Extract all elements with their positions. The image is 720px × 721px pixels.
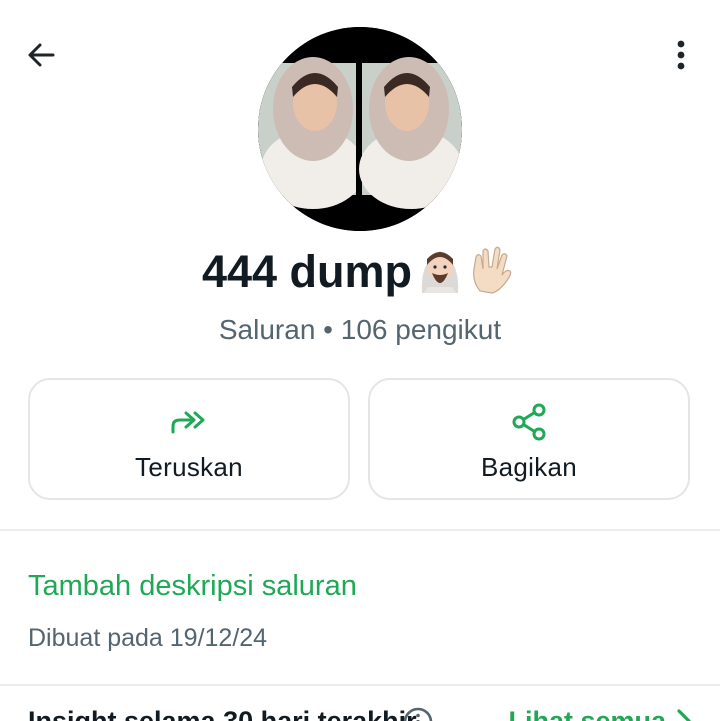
forward-button[interactable]: Teruskan xyxy=(28,378,350,500)
channel-avatar[interactable] xyxy=(258,27,462,231)
channel-name-emojis xyxy=(414,243,518,312)
forward-icon-wrap xyxy=(30,402,348,442)
avatar-photo xyxy=(258,27,462,231)
created-date: Dibuat pada 19/12/24 xyxy=(28,624,268,652)
bride-emoji-icon xyxy=(421,251,459,293)
forward-icon xyxy=(171,411,205,434)
more-options-button[interactable] xyxy=(658,32,704,78)
add-description-link[interactable]: Tambah deskripsi saluran xyxy=(28,566,357,606)
info-icon[interactable] xyxy=(402,706,434,721)
back-button[interactable] xyxy=(18,32,64,78)
channel-subtitle: Saluran • 106 pengikut xyxy=(218,314,502,345)
section-divider xyxy=(0,529,720,531)
chevron-right-icon[interactable] xyxy=(674,708,694,721)
see-all-link[interactable]: Lihat semua xyxy=(508,703,666,721)
forward-label: Teruskan xyxy=(135,452,243,482)
share-button[interactable]: Bagikan xyxy=(368,378,690,500)
vulcan-salute-emoji-icon xyxy=(473,246,512,294)
share-icon xyxy=(512,403,546,441)
insights-title: Insight selama 30 hari terakhir xyxy=(28,706,417,721)
arrow-left-icon xyxy=(28,43,55,67)
share-label: Bagikan xyxy=(480,452,578,482)
section-divider xyxy=(0,684,720,686)
channel-name-text: 444 dump xyxy=(201,246,413,297)
more-vertical-icon xyxy=(677,40,685,70)
share-icon-wrap xyxy=(370,402,688,442)
channel-info-screen: 444 dump Saluran • 106 pengikut Teruskan xyxy=(0,0,720,721)
channel-name: 444 dump xyxy=(0,240,720,312)
